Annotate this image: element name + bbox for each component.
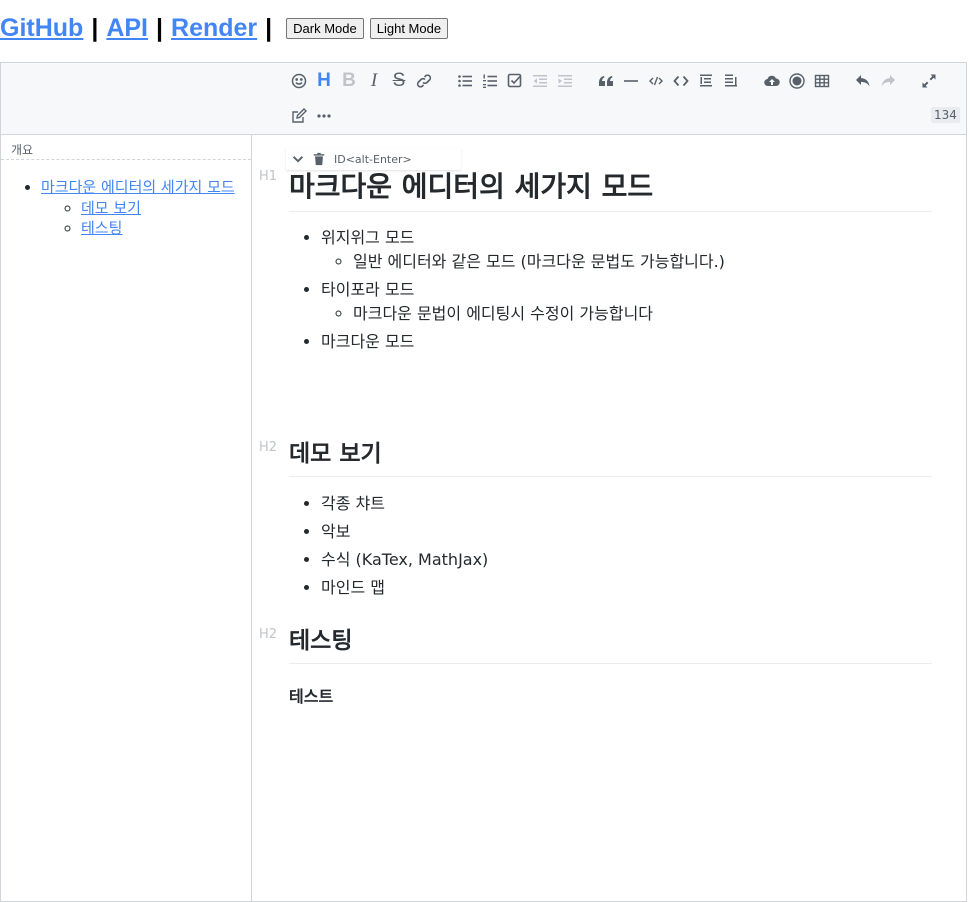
character-counter: 134 — [931, 107, 960, 123]
demo-list: 각종 챠트 악보 수식 (KaTex, MathJax) 마인드 맵 — [289, 492, 488, 604]
inline-code-icon[interactable] — [646, 71, 666, 91]
github-link[interactable]: GitHub — [0, 14, 83, 43]
emoji-icon[interactable] — [289, 71, 309, 91]
editor-content[interactable]: ID<alt-Enter> H1 마크다운 에디터의 세가지 모드 위지위그 모… — [252, 135, 966, 901]
indent-icon[interactable] — [555, 71, 575, 91]
record-icon[interactable] — [787, 71, 807, 91]
paragraph-testing: 테스트 — [289, 687, 334, 706]
heading-modes: 마크다운 에디터의 세가지 모드 — [289, 167, 932, 212]
edit-mode-icon[interactable] — [289, 106, 309, 126]
upload-icon[interactable] — [762, 71, 782, 91]
list-item: 마인드 맵 — [321, 576, 488, 600]
block-id-hint: ID<alt-Enter> — [334, 152, 412, 166]
outline-link-demo[interactable]: 데모 보기 — [81, 199, 141, 217]
horizontal-rule-icon[interactable] — [621, 71, 641, 91]
editor-toolbar: H B I S 134 — [1, 63, 966, 135]
chevron-down-icon[interactable] — [289, 150, 307, 168]
outline-item: 마크다운 에디터의 세가지 모드 데모 보기 테스팅 — [41, 177, 251, 239]
bold-icon[interactable]: B — [339, 71, 359, 91]
insert-after-icon[interactable] — [721, 71, 741, 91]
heading-testing: 테스팅 — [289, 624, 932, 664]
outline-link-modes[interactable]: 마크다운 에디터의 세가지 모드 — [41, 178, 235, 196]
redo-icon[interactable] — [878, 71, 898, 91]
dark-mode-button[interactable]: Dark Mode — [286, 17, 364, 39]
list-item: 수식 (KaTex, MathJax) — [321, 548, 488, 572]
heading-icon[interactable]: H — [314, 71, 334, 91]
undo-icon[interactable] — [853, 71, 873, 91]
heading-demo: 데모 보기 — [289, 437, 932, 477]
list-item: 일반 에디터와 같은 모드 (마크다운 문법도 가능합니다.) — [353, 250, 725, 274]
list-item: 마크다운 문법이 에디팅시 수정이 가능합니다 — [353, 302, 725, 326]
nav-separator: | — [265, 13, 273, 42]
h1-marker: H1 — [259, 169, 278, 184]
trash-icon[interactable] — [310, 150, 328, 168]
check-list-icon[interactable] — [505, 71, 525, 91]
outline-list: 마크다운 에디터의 세가지 모드 데모 보기 테스팅 — [1, 177, 251, 239]
outline-title: 개요 — [1, 135, 251, 160]
api-link[interactable]: API — [106, 14, 148, 43]
more-icon[interactable] — [314, 106, 334, 126]
strike-icon[interactable]: S — [389, 71, 409, 91]
h2-marker: H2 — [259, 440, 278, 455]
h2-marker: H2 — [259, 627, 278, 642]
outline-item: 데모 보기 — [81, 198, 251, 219]
code-block-icon[interactable] — [671, 71, 691, 91]
nav-separator: | — [156, 13, 164, 42]
table-icon[interactable] — [812, 71, 832, 91]
italic-icon[interactable]: I — [364, 71, 384, 91]
outdent-icon[interactable] — [530, 71, 550, 91]
outline-item: 테스팅 — [81, 218, 251, 239]
list-item: 마크다운 모드 — [321, 330, 725, 354]
insert-before-icon[interactable] — [696, 71, 716, 91]
list-item: 각종 챠트 — [321, 492, 488, 516]
list-item: 타이포라 모드 마크다운 문법이 에디팅시 수정이 가능합니다 — [321, 278, 725, 326]
nav-separator: | — [91, 13, 99, 42]
list-item: 위지위그 모드 일반 에디터와 같은 모드 (마크다운 문법도 가능합니다.) — [321, 226, 725, 274]
light-mode-button[interactable]: Light Mode — [369, 17, 449, 39]
quote-icon[interactable] — [596, 71, 616, 91]
fullscreen-icon[interactable] — [919, 71, 939, 91]
list-item: 악보 — [321, 520, 488, 544]
link-icon[interactable] — [414, 71, 434, 91]
ordered-list-icon[interactable] — [480, 71, 500, 91]
top-nav: GitHub | API | Render | Dark Mode Light … — [0, 10, 449, 46]
outline-panel: 개요 마크다운 에디터의 세가지 모드 데모 보기 테스팅 — [1, 135, 252, 901]
render-link[interactable]: Render — [171, 14, 257, 43]
bullet-list-icon[interactable] — [455, 71, 475, 91]
markdown-editor: H B I S 134 개요 • 마크다운 에디터의 세가지 모드 ◦ 데모 보… — [0, 62, 967, 902]
modes-list: 위지위그 모드 일반 에디터와 같은 모드 (마크다운 문법도 가능합니다.) … — [289, 226, 725, 358]
outline-link-testing[interactable]: 테스팅 — [81, 219, 122, 237]
